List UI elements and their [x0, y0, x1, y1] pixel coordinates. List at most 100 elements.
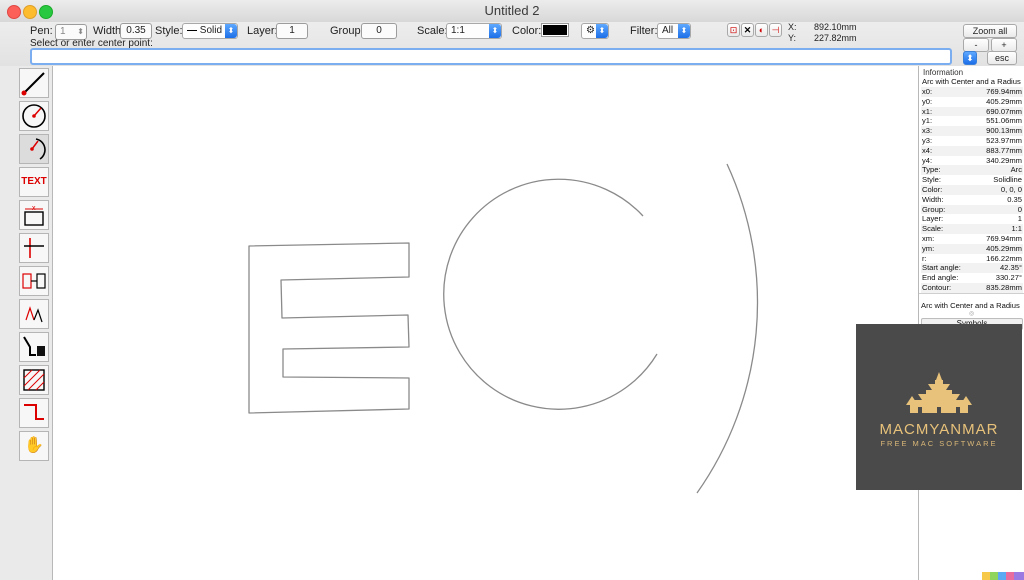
color-swatch-button[interactable] [541, 23, 569, 37]
info-row: Type: Arc [921, 165, 1023, 176]
info-key: Type: [922, 165, 941, 175]
info-value: 0 [1017, 204, 1022, 214]
info-row: Width: 0.35 [921, 195, 1023, 205]
line-tool-button[interactable] [19, 68, 49, 98]
copy-tool-button[interactable] [19, 266, 49, 296]
zoom-out-button[interactable]: - [963, 38, 989, 52]
info-key: Scale: [922, 224, 944, 234]
dock-strip [982, 572, 1024, 580]
title-bar: Untitled 2 [0, 0, 1024, 23]
info-key: x4: [922, 145, 933, 155]
chevron-updown-icon: ⬍ [225, 24, 237, 38]
solid-line-icon [187, 29, 197, 31]
info-value: 769.94mm [986, 234, 1022, 243]
copy-tool-icon [22, 273, 46, 289]
info-key: y3: [922, 136, 933, 145]
dimension-tool-icon: x [24, 205, 44, 226]
info-key: x1: [922, 106, 933, 116]
layer-field[interactable]: 1 [276, 23, 308, 39]
group-label: Group: [330, 25, 364, 37]
delete-tool-icon [23, 336, 45, 356]
circle-tool-icon [22, 104, 46, 128]
info-row: Group: 0 [921, 204, 1023, 215]
filter-select[interactable]: All ⬍ [657, 23, 691, 39]
chevron-updown-icon: ⬍ [596, 24, 608, 38]
info-key: x3: [922, 126, 933, 136]
settings-select[interactable]: ⚙ ⬍ [581, 23, 609, 39]
info-key: Color: [922, 185, 943, 194]
snap-buttons: ⊡ ✕ ◐ ⊣ [727, 23, 783, 38]
y-coord-label: Y: [788, 33, 797, 43]
info-row: Scale: 1:1 [921, 224, 1023, 234]
watermark-tagline: FREE MAC SOFTWARE [880, 439, 997, 448]
info-value: 0.35 [1007, 194, 1022, 204]
letter-e-shape[interactable] [248, 242, 410, 414]
resize-handle-icon[interactable]: ◎ [969, 310, 974, 317]
command-input[interactable] [30, 48, 952, 65]
info-row: y3: 523.97mm [921, 136, 1023, 146]
filter-label: Filter: [630, 25, 658, 37]
info-footer: Arc with Center and a Radius [921, 301, 1020, 310]
arc-tool-button[interactable] [19, 134, 49, 164]
info-key: r: [922, 253, 927, 263]
info-row: Style: Solidline [921, 175, 1023, 185]
polyline-tool-button[interactable] [19, 398, 49, 428]
hand-tool-button[interactable]: ✋ [19, 431, 49, 461]
info-key: x0: [922, 87, 933, 96]
parenthesis-arc[interactable] [696, 163, 759, 494]
info-value: 835.28mm [986, 283, 1022, 292]
info-key: Layer: [922, 214, 944, 224]
info-title: Information [923, 68, 964, 77]
dimension-tool-button[interactable]: x [19, 200, 49, 230]
info-row: y0: 405.29mm [921, 97, 1023, 107]
zoom-in-button[interactable]: + [991, 38, 1017, 52]
hatch-tool-icon [23, 369, 45, 391]
text-tool-button[interactable]: TEXT [19, 167, 49, 197]
text-tool-icon: TEXT [21, 176, 47, 187]
info-row: x4: 883.77mm [921, 145, 1023, 156]
width-field[interactable]: 0.35 [120, 23, 152, 39]
info-value: 166.22mm [986, 253, 1022, 263]
zoom-all-button[interactable]: Zoom all [963, 24, 1017, 38]
info-row: y4: 340.29mm [921, 156, 1023, 166]
filter-value: All [662, 25, 674, 36]
info-row: End angle: 330.27° [921, 273, 1023, 283]
info-key: Contour: [922, 283, 952, 292]
info-key: Start angle: [922, 263, 961, 273]
scale-label: Scale: [417, 25, 448, 37]
info-value: 1 [1017, 214, 1022, 224]
x-coord-label: X: [788, 22, 797, 32]
pagoda-logo: MACMYANMAR FREE MAC SOFTWARE [880, 372, 997, 448]
info-key: End angle: [922, 273, 959, 283]
esc-button[interactable]: esc [987, 51, 1017, 65]
delete-tool-button[interactable] [19, 332, 49, 362]
info-row: Color: 0, 0, 0 [921, 185, 1023, 195]
drawing-canvas[interactable] [53, 66, 918, 580]
edit-tool-button[interactable] [19, 299, 49, 329]
snap-center-icon[interactable]: ◐ [755, 23, 768, 37]
snap-point-icon[interactable]: ⊡ [727, 23, 740, 37]
history-dropdown-button[interactable]: ⬍ [963, 51, 977, 65]
info-value: 523.97mm [986, 136, 1022, 145]
letter-c-arc[interactable] [443, 178, 658, 410]
hatch-tool-button[interactable] [19, 365, 49, 395]
scale-select[interactable]: 1:1 ⬍ [446, 23, 502, 39]
info-key: Style: [922, 175, 941, 185]
info-key: y0: [922, 96, 933, 106]
info-row: x0: 769.94mm [921, 87, 1023, 97]
style-select[interactable]: Solid ⬍ [182, 23, 238, 39]
chevron-updown-icon: ⬍ [678, 24, 690, 38]
info-value: 405.29mm [986, 243, 1022, 253]
circle-tool-button[interactable] [19, 101, 49, 131]
stepper-icon: ⬍ [77, 27, 84, 36]
trim-tool-icon [24, 238, 44, 258]
trim-tool-button[interactable] [19, 233, 49, 263]
macmyanmar-watermark: MACMYANMAR FREE MAC SOFTWARE [856, 324, 1022, 490]
info-value: 0, 0, 0 [1000, 185, 1022, 194]
pen-label: Pen: [30, 25, 53, 37]
snap-perpendicular-icon[interactable]: ⊣ [769, 23, 782, 37]
snap-intersection-icon[interactable]: ✕ [741, 23, 754, 37]
line-tool-icon [21, 72, 45, 96]
info-row: Contour: 835.28mm [921, 283, 1023, 293]
group-field[interactable]: 0 [361, 23, 397, 39]
